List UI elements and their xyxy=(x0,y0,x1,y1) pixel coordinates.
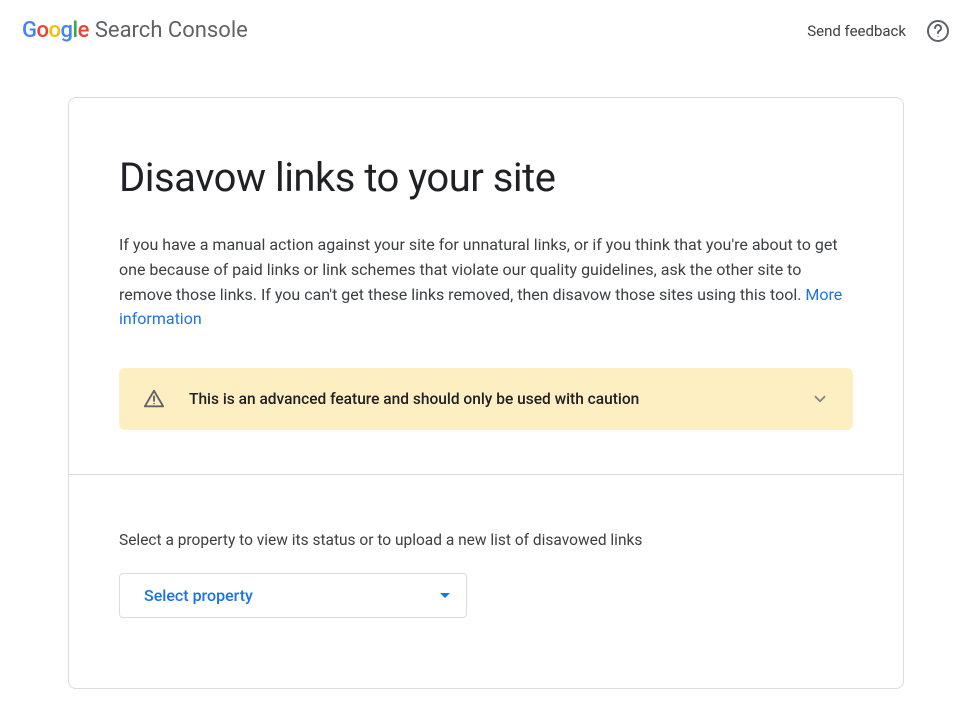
select-property-label: Select a property to view its status or … xyxy=(119,531,853,549)
intro-paragraph: If you have a manual action against your… xyxy=(119,233,853,332)
page-title: Disavow links to your site xyxy=(119,154,853,201)
caution-text: This is an advanced feature and should o… xyxy=(189,390,787,408)
logo-letter: g xyxy=(60,18,72,43)
caution-banner[interactable]: This is an advanced feature and should o… xyxy=(119,368,853,430)
header-actions: Send feedback xyxy=(807,19,950,43)
caret-down-icon xyxy=(440,593,450,598)
logo-letter: o xyxy=(48,18,60,43)
logo-letter: e xyxy=(78,18,89,43)
card-select-section: Select a property to view its status or … xyxy=(69,475,903,688)
logo: Google Search Console xyxy=(22,18,248,43)
select-property-dropdown[interactable]: Select property xyxy=(119,573,467,618)
app-header: Google Search Console Send feedback xyxy=(0,0,972,61)
chevron-down-icon xyxy=(811,390,829,408)
logo-letter: o xyxy=(37,18,49,43)
card-intro-section: Disavow links to your site If you have a… xyxy=(69,98,903,475)
dropdown-placeholder: Select property xyxy=(144,586,253,605)
logo-letter: G xyxy=(22,18,37,43)
google-logo: Google xyxy=(22,18,89,43)
help-icon[interactable] xyxy=(926,19,950,43)
product-name: Search Console xyxy=(95,18,248,43)
intro-text: If you have a manual action against your… xyxy=(119,235,838,304)
main-card: Disavow links to your site If you have a… xyxy=(68,97,904,689)
send-feedback-link[interactable]: Send feedback xyxy=(807,22,906,40)
warning-icon xyxy=(143,388,165,410)
